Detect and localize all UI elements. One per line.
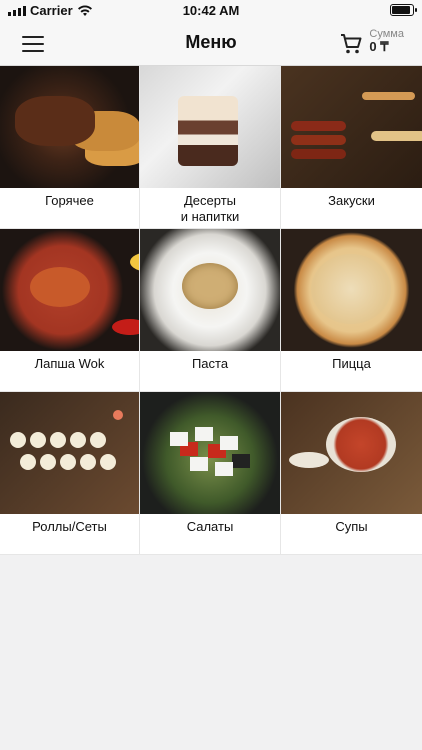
- category-label: Десерты и напитки: [180, 193, 240, 225]
- category-label: Паста: [191, 356, 229, 371]
- sum-value: 0 ₸: [369, 39, 389, 55]
- category-snacks[interactable]: Закуски: [281, 66, 422, 229]
- category-label: Лапша Wok: [34, 356, 105, 371]
- category-wok[interactable]: Лапша Wok: [0, 229, 140, 392]
- snacks-image: [281, 66, 422, 188]
- soups-image: [281, 392, 422, 514]
- cart-button[interactable]: Сумма 0 ₸: [339, 28, 404, 56]
- category-label: Пицца: [332, 356, 371, 371]
- wok-noodles-image: [0, 229, 139, 351]
- category-label: Роллы/Сеты: [32, 519, 107, 534]
- category-soups[interactable]: Супы: [281, 392, 422, 555]
- category-label: Закуски: [328, 193, 375, 208]
- shopping-cart-icon: [341, 34, 362, 54]
- category-desserts[interactable]: Десерты и напитки: [140, 66, 281, 229]
- nav-bar: Меню Сумма 0 ₸: [0, 22, 422, 66]
- category-salads[interactable]: Салаты: [140, 392, 281, 555]
- desserts-image: [140, 66, 280, 188]
- pasta-image: [140, 229, 280, 351]
- status-time: 10:42 AM: [182, 3, 240, 18]
- category-label: Салаты: [186, 519, 234, 534]
- category-hot[interactable]: Горячее: [0, 66, 140, 229]
- category-pasta[interactable]: Паста: [140, 229, 281, 392]
- pizza-image: [281, 229, 422, 351]
- category-grid: Горячее Десерты и напитки Закуски Лапша …: [0, 66, 422, 555]
- rolls-image: [0, 392, 139, 514]
- hot-dishes-image: [0, 66, 139, 188]
- status-bar: Carrier 10:42 AM: [0, 0, 422, 22]
- category-rolls[interactable]: Роллы/Сеты: [0, 392, 140, 555]
- category-label: Горячее: [45, 193, 94, 208]
- category-pizza[interactable]: Пицца: [281, 229, 422, 392]
- category-label: Супы: [335, 519, 368, 534]
- salads-image: [140, 392, 280, 514]
- battery-icon: [390, 4, 417, 16]
